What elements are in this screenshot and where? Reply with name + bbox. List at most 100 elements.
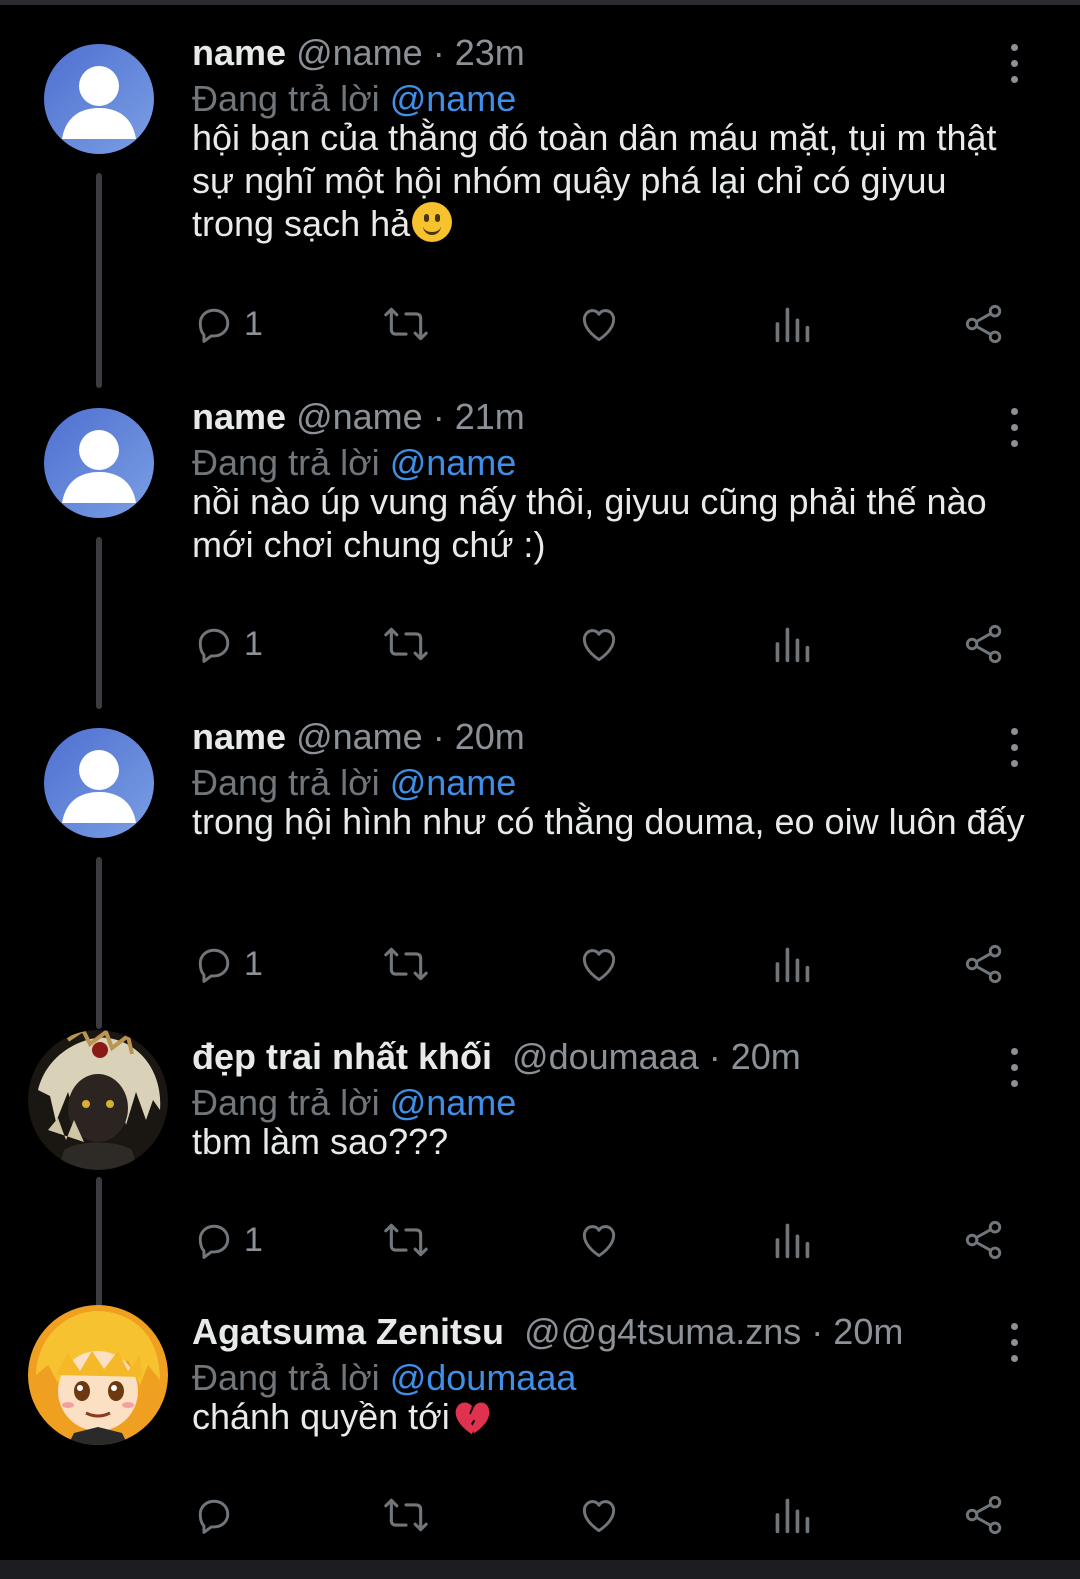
- views-icon: [775, 307, 810, 343]
- user-handle[interactable]: @@g4tsuma.zns: [524, 1311, 801, 1352]
- timestamp[interactable]: 20m: [731, 1036, 801, 1077]
- user-handle[interactable]: @name: [296, 396, 423, 437]
- tweet-header: Agatsuma Zenitsu @@g4tsuma.zns · 20m: [192, 1309, 903, 1355]
- retweet-icon: [384, 627, 428, 661]
- avatar[interactable]: [28, 1305, 168, 1445]
- reply-count: 1: [244, 304, 263, 343]
- more-options-icon[interactable]: [1008, 728, 1020, 772]
- top-border: [0, 0, 1080, 5]
- thread-line: [96, 857, 102, 1029]
- share-button[interactable]: [962, 939, 1006, 989]
- views-button[interactable]: [772, 1490, 812, 1540]
- reply-button[interactable]: 1: [192, 299, 263, 349]
- share-icon: [965, 1220, 1002, 1260]
- share-button[interactable]: [962, 1490, 1006, 1540]
- tweet-text-container: trong hội hình như có thằng douma, eo oi…: [192, 800, 1032, 843]
- display-name[interactable]: name: [192, 716, 286, 757]
- views-button[interactable]: [772, 619, 812, 669]
- reply-button[interactable]: 1: [192, 939, 263, 989]
- tweet-text-container: tbm làm sao???: [192, 1120, 1032, 1163]
- action-bar: 1: [192, 1215, 1012, 1265]
- avatar[interactable]: [44, 408, 154, 518]
- user-handle[interactable]: @doumaaa: [512, 1036, 699, 1077]
- bottom-border: [0, 1560, 1080, 1579]
- tweet-header: name @name · 23m: [192, 30, 525, 76]
- share-button[interactable]: [962, 619, 1006, 669]
- display-name[interactable]: đẹp trai nhất khối: [192, 1036, 492, 1077]
- tweet-text: chánh quyền tới: [192, 1396, 450, 1437]
- share-icon: [965, 624, 1002, 664]
- retweet-icon: [384, 1223, 428, 1257]
- like-button[interactable]: [577, 1215, 621, 1265]
- like-icon: [582, 1500, 616, 1533]
- views-button[interactable]: [772, 1215, 812, 1265]
- replying-to-label: Đang trả lời: [192, 78, 380, 119]
- like-icon: [582, 949, 616, 982]
- mention-link[interactable]: @name: [390, 442, 517, 483]
- retweet-button[interactable]: [382, 939, 430, 989]
- tweet-text: hội bạn của thằng đó toàn dân máu mặt, t…: [192, 117, 997, 244]
- reply-button[interactable]: 1: [192, 1215, 263, 1265]
- retweet-button[interactable]: [382, 299, 430, 349]
- separator: ·: [432, 396, 445, 437]
- replying-to-label: Đang trả lời: [192, 1357, 380, 1398]
- mention-link[interactable]: @doumaaa: [390, 1357, 577, 1398]
- like-button[interactable]: [577, 939, 621, 989]
- tweet-header: name @name · 20m: [192, 714, 525, 760]
- action-bar: 1: [192, 939, 1012, 989]
- anime-character-avatar-icon: [28, 1305, 168, 1445]
- views-icon: [775, 1223, 810, 1259]
- retweet-button[interactable]: [382, 619, 430, 669]
- action-bar: 1: [192, 619, 1012, 669]
- reply-button[interactable]: [192, 1490, 244, 1540]
- more-options-icon[interactable]: [1008, 408, 1020, 452]
- timestamp[interactable]: 21m: [455, 396, 525, 437]
- share-button[interactable]: [962, 1215, 1006, 1265]
- tweet-text: trong hội hình như có thằng douma, eo oi…: [192, 801, 1025, 842]
- views-button[interactable]: [772, 939, 812, 989]
- reply-count: 1: [244, 944, 263, 983]
- reply-icon: [198, 308, 230, 343]
- avatar[interactable]: [44, 44, 154, 154]
- avatar[interactable]: [28, 1030, 168, 1170]
- retweet-icon: [384, 307, 428, 341]
- reply-icon: [198, 628, 230, 663]
- timestamp[interactable]: 20m: [833, 1311, 903, 1352]
- separator: ·: [432, 32, 445, 73]
- display-name[interactable]: name: [192, 32, 286, 73]
- retweet-button[interactable]: [382, 1215, 430, 1265]
- anime-character-avatar-icon: [28, 1030, 168, 1170]
- like-button[interactable]: [577, 619, 621, 669]
- display-name[interactable]: Agatsuma Zenitsu: [192, 1311, 504, 1352]
- more-options-icon[interactable]: [1008, 1048, 1020, 1092]
- separator: ·: [432, 716, 445, 757]
- share-button[interactable]: [962, 299, 1006, 349]
- like-icon: [582, 629, 616, 662]
- timestamp[interactable]: 20m: [455, 716, 525, 757]
- share-icon: [965, 1495, 1002, 1535]
- views-icon: [775, 947, 810, 983]
- display-name[interactable]: name: [192, 396, 286, 437]
- like-button[interactable]: [577, 1490, 621, 1540]
- share-icon: [965, 944, 1002, 984]
- views-icon: [775, 1498, 810, 1534]
- mention-link[interactable]: @name: [390, 1082, 517, 1123]
- retweet-icon: [384, 1498, 428, 1532]
- mention-link[interactable]: @name: [390, 762, 517, 803]
- more-options-icon[interactable]: [1008, 44, 1020, 88]
- user-handle[interactable]: @name: [296, 716, 423, 757]
- mention-link[interactable]: @name: [390, 78, 517, 119]
- action-bar: 1: [192, 299, 1012, 349]
- like-button[interactable]: [577, 299, 621, 349]
- views-button[interactable]: [772, 299, 812, 349]
- user-handle[interactable]: @name: [296, 32, 423, 73]
- timestamp[interactable]: 23m: [455, 32, 525, 73]
- tweet-header: đẹp trai nhất khối @doumaaa · 20m: [192, 1034, 801, 1080]
- avatar[interactable]: [44, 728, 154, 838]
- reply-count: 1: [244, 1220, 263, 1259]
- retweet-button[interactable]: [382, 1490, 430, 1540]
- reply-count: 1: [244, 624, 263, 663]
- reply-button[interactable]: 1: [192, 619, 263, 669]
- more-options-icon[interactable]: [1008, 1323, 1020, 1367]
- action-bar: [192, 1490, 1012, 1540]
